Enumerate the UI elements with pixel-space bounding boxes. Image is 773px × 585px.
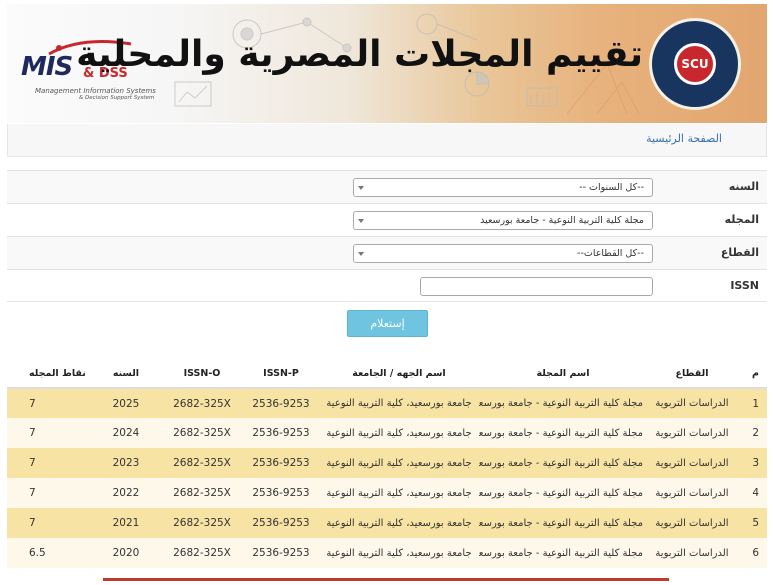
sector-select[interactable]: --كل القطاعات-- (353, 244, 653, 263)
chevron-down-icon (358, 186, 364, 190)
cell-org: جامعة بورسعيد، كلية التربية النوعية (319, 448, 479, 478)
cell-year: 2022 (91, 478, 161, 508)
cell-year: 2025 (91, 388, 161, 418)
cell-issn-o: 2682-325X (161, 418, 243, 448)
cell-org: جامعة بورسعيد، كلية التربية النوعية (319, 478, 479, 508)
cell-index: 4 (737, 478, 767, 508)
cell-points: 7 (7, 508, 91, 538)
cell-journal: مجلة كلية التربية النوعية - جامعة بورسعي… (479, 508, 647, 538)
cell-points: 7 (7, 478, 91, 508)
chevron-down-icon (358, 219, 364, 223)
results-table: م القطاع اسم المجلة اسم الجهه / الجامعة … (7, 360, 767, 568)
chevron-down-icon (358, 252, 364, 256)
cell-year: 2024 (91, 418, 161, 448)
year-select-value: --كل السنوات -- (579, 182, 644, 193)
footer-divider (103, 578, 669, 581)
cell-points: 7 (7, 388, 91, 418)
table-row: 2 الدراسات التربوية مجلة كلية التربية ال… (7, 418, 767, 448)
cell-issn-p: 2536-9253 (243, 448, 319, 478)
cell-index: 2 (737, 418, 767, 448)
year-select[interactable]: --كل السنوات -- (353, 178, 653, 197)
table-row: 3 الدراسات التربوية مجلة كلية التربية ال… (7, 448, 767, 478)
journal-select-value: مجلة كلية التربية النوعية - جامعة بورسعي… (480, 215, 644, 226)
col-header-issn-o: ISSN-O (161, 360, 243, 389)
breadcrumb-home-link[interactable]: الصفحة الرئيسية (646, 132, 722, 145)
cell-journal: مجلة كلية التربية النوعية - جامعة بورسعي… (479, 478, 647, 508)
issn-label: ISSN (730, 279, 759, 292)
cell-sector: الدراسات التربوية (647, 478, 737, 508)
cell-index: 5 (737, 508, 767, 538)
cell-journal: مجلة كلية التربية النوعية - جامعة بورسعي… (479, 388, 647, 418)
cell-issn-o: 2682-325X (161, 388, 243, 418)
cell-issn-p: 2536-9253 (243, 418, 319, 448)
cell-index: 3 (737, 448, 767, 478)
table-row: 4 الدراسات التربوية مجلة كلية التربية ال… (7, 478, 767, 508)
scu-logo-text: SCU (674, 43, 716, 85)
cell-org: جامعة بورسعيد، كلية التربية النوعية (319, 388, 479, 418)
cell-year: 2023 (91, 448, 161, 478)
cell-year: 2020 (91, 538, 161, 568)
col-header-sector: القطاع (647, 360, 737, 389)
cell-issn-o: 2682-325X (161, 478, 243, 508)
cell-org: جامعة بورسعيد، كلية التربية النوعية (319, 538, 479, 568)
cell-issn-o: 2682-325X (161, 448, 243, 478)
cell-points: 7 (7, 448, 91, 478)
cell-issn-p: 2536-9253 (243, 388, 319, 418)
table-header-row: م القطاع اسم المجلة اسم الجهه / الجامعة … (7, 360, 767, 389)
cell-issn-o: 2682-325X (161, 538, 243, 568)
filter-row-journal: المجله مجلة كلية التربية النوعية - جامعة… (7, 203, 767, 236)
cell-org: جامعة بورسعيد، كلية التربية النوعية (319, 418, 479, 448)
cell-year: 2021 (91, 508, 161, 538)
cell-sector: الدراسات التربوية (647, 388, 737, 418)
page-banner-title: تقييم المجلات المصرية والمحلية (76, 34, 643, 75)
cell-journal: مجلة كلية التربية النوعية - جامعة بورسعي… (479, 448, 647, 478)
breadcrumb: الصفحة الرئيسية (7, 124, 767, 157)
filter-row-issn: ISSN (7, 269, 767, 302)
mis-logo-text: MIS (21, 52, 73, 82)
scu-logo: SCU (649, 18, 741, 110)
cell-sector: الدراسات التربوية (647, 508, 737, 538)
cell-issn-p: 2536-9253 (243, 508, 319, 538)
sector-label: القطاع (720, 246, 759, 259)
sector-select-value: --كل القطاعات-- (577, 248, 644, 259)
cell-sector: الدراسات التربوية (647, 448, 737, 478)
cell-issn-p: 2536-9253 (243, 538, 319, 568)
cell-points: 7 (7, 418, 91, 448)
cell-issn-p: 2536-9253 (243, 478, 319, 508)
cell-index: 6 (737, 538, 767, 568)
cell-index: 1 (737, 388, 767, 418)
col-header-year: السنه (91, 360, 161, 389)
query-button[interactable]: إستعلام (347, 310, 428, 337)
cell-sector: الدراسات التربوية (647, 418, 737, 448)
col-header-issn-p: ISSN-P (243, 360, 319, 389)
filter-row-year: السنه --كل السنوات -- (7, 170, 767, 203)
cell-journal: مجلة كلية التربية النوعية - جامعة بورسعي… (479, 418, 647, 448)
journal-label: المجله (724, 213, 759, 226)
issn-input[interactable] (420, 277, 653, 296)
cell-org: جامعة بورسعيد، كلية التربية النوعية (319, 508, 479, 538)
mis-logo-subtitle: Management Information Systems (35, 87, 156, 95)
table-row: 6 الدراسات التربوية مجلة كلية التربية ال… (7, 538, 767, 568)
cell-journal: مجلة كلية التربية النوعية - جامعة بورسعي… (479, 538, 647, 568)
table-row: 5 الدراسات التربوية مجلة كلية التربية ال… (7, 508, 767, 538)
journal-select[interactable]: مجلة كلية التربية النوعية - جامعة بورسعي… (353, 211, 653, 230)
col-header-journal: اسم المجلة (479, 360, 647, 389)
cell-sector: الدراسات التربوية (647, 538, 737, 568)
mis-logo-subtitle-2: & Decision Support System (79, 95, 155, 101)
table-row: 1 الدراسات التربوية مجلة كلية التربية ال… (7, 388, 767, 418)
filter-row-sector: القطاع --كل القطاعات-- (7, 236, 767, 269)
col-header-org: اسم الجهه / الجامعة (319, 360, 479, 389)
header-banner: MIS & DSS Management Information Systems… (7, 4, 767, 123)
year-label: السنه (728, 180, 759, 193)
col-header-points: نقاط المجله (7, 360, 91, 389)
cell-issn-o: 2682-325X (161, 508, 243, 538)
col-header-index: م (737, 360, 767, 389)
cell-points: 6.5 (7, 538, 91, 568)
